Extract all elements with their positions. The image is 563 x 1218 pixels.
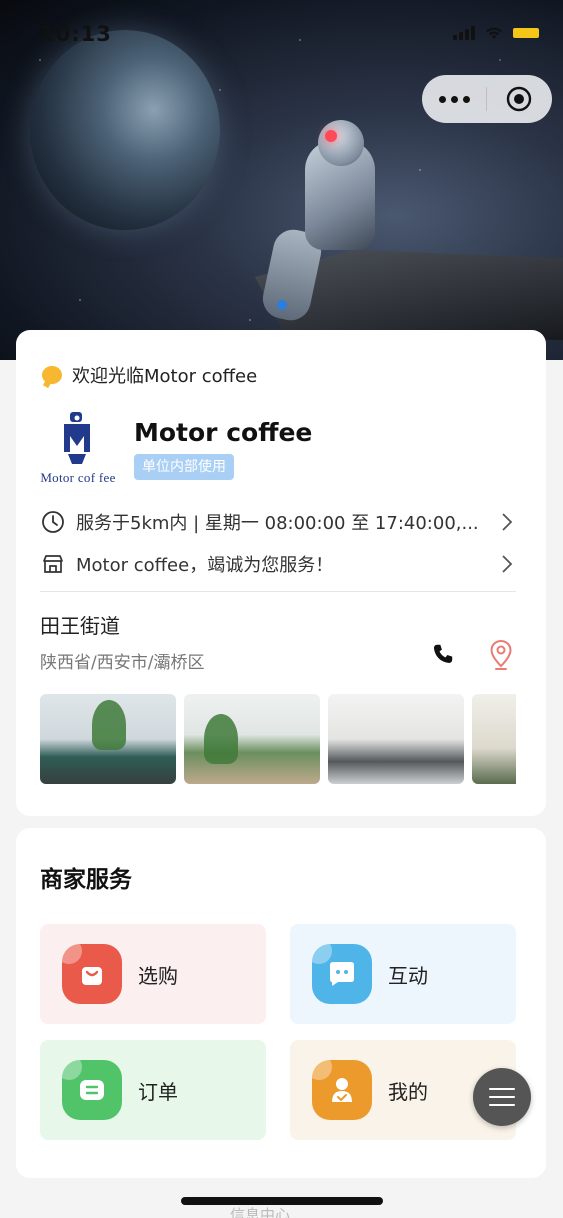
store-photo[interactable] xyxy=(184,694,320,784)
service-order-tile[interactable]: 订单 xyxy=(40,1040,266,1140)
internal-use-badge: 单位内部使用 xyxy=(134,454,234,480)
store-notice-text: Motor coffee，竭诚为您服务！ xyxy=(76,555,334,576)
chat-bubble-icon xyxy=(312,944,372,1004)
service-order-label: 订单 xyxy=(138,1079,178,1104)
welcome-text: 欢迎光临Motor coffee xyxy=(72,366,258,387)
phone-call-icon[interactable] xyxy=(428,640,458,670)
store-notice-row[interactable]: Motor coffee，竭诚为您服务！ xyxy=(40,549,516,579)
wifi-icon xyxy=(486,26,502,39)
target-close-icon[interactable] xyxy=(487,75,551,123)
chevron-right-icon xyxy=(502,513,513,531)
astronaut-helmet-image xyxy=(318,120,364,166)
store-name: Motor coffee xyxy=(134,418,313,447)
helmet-light xyxy=(325,130,337,142)
store-photo[interactable] xyxy=(472,694,516,784)
services-title: 商家服务 xyxy=(40,867,132,893)
floating-menu-button[interactable] xyxy=(473,1068,531,1126)
banner-indicator-dot[interactable] xyxy=(277,300,287,310)
service-shop-tile[interactable]: 选购 xyxy=(40,924,266,1024)
service-shop-label: 选购 xyxy=(138,963,178,988)
storefront-icon xyxy=(40,551,66,577)
service-interact-tile[interactable]: 互动 xyxy=(290,924,516,1024)
status-icons xyxy=(453,26,539,40)
signal-icon xyxy=(453,26,475,40)
store-photo[interactable] xyxy=(40,694,176,784)
merchant-services-card: 商家服务 选购 互动 订单 我的 xyxy=(16,828,546,1178)
planet-image xyxy=(30,30,220,230)
battery-icon xyxy=(513,28,539,38)
hamburger-icon xyxy=(489,1088,515,1090)
order-list-icon xyxy=(62,1060,122,1120)
store-region: 陕西省/西安市/灞桥区 xyxy=(40,653,205,673)
status-time: 10:13 xyxy=(40,22,112,46)
user-profile-icon xyxy=(312,1060,372,1120)
bottom-peek-text: 信息中心 xyxy=(230,1206,291,1218)
store-photo[interactable] xyxy=(328,694,464,784)
service-mine-label: 我的 xyxy=(388,1079,428,1104)
logo-wordmark: Motor cof fee xyxy=(40,470,116,485)
store-info-card: 欢迎光临Motor coffee Motor cof fee Motor cof… xyxy=(16,330,546,816)
map-pin-icon[interactable] xyxy=(486,638,516,672)
hero-banner[interactable] xyxy=(0,0,563,360)
store-photo-strip[interactable] xyxy=(40,694,516,784)
store-street: 田王街道 xyxy=(40,614,120,638)
welcome-message: 欢迎光临Motor coffee xyxy=(42,362,257,388)
store-logo: Motor cof fee xyxy=(38,410,116,490)
home-indicator[interactable] xyxy=(181,1197,383,1205)
motor-logo-icon xyxy=(64,412,90,464)
divider xyxy=(40,591,516,592)
miniprogram-capsule xyxy=(422,75,552,123)
shopping-bag-icon xyxy=(62,944,122,1004)
clock-icon xyxy=(40,509,66,535)
service-interact-label: 互动 xyxy=(388,963,428,988)
more-dots-icon[interactable] xyxy=(422,75,486,123)
speech-bubble-icon xyxy=(42,366,62,384)
chevron-right-icon xyxy=(502,555,513,573)
business-hours-row[interactable]: 服务于5km内 | 星期一 08:00:00 至 17:40:00,... xyxy=(40,507,516,537)
business-hours-text: 服务于5km内 | 星期一 08:00:00 至 17:40:00,... xyxy=(76,513,479,534)
